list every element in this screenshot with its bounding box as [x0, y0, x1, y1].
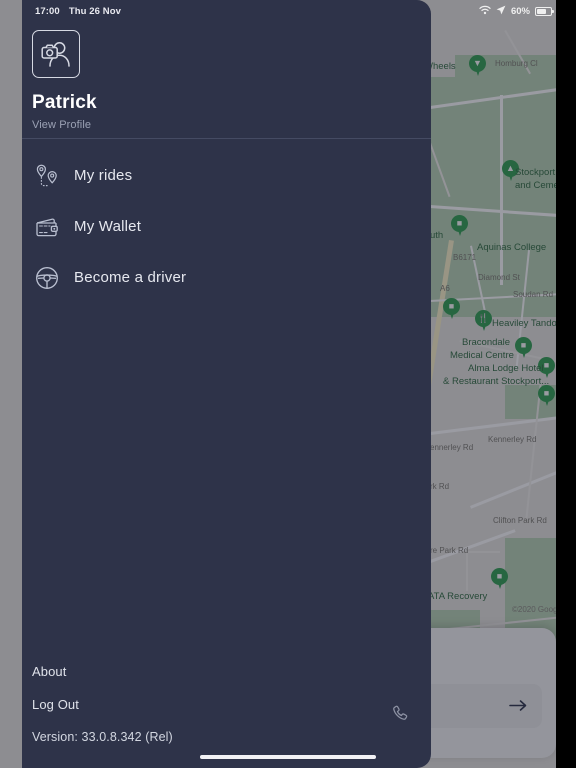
steering-wheel-icon: [32, 263, 62, 293]
map-road: [466, 551, 500, 553]
header-divider: [22, 138, 431, 139]
profile-header[interactable]: Patrick View Profile: [22, 30, 431, 131]
map-poi-pin[interactable]: ■: [443, 298, 460, 320]
map-label: Aquinas College: [477, 242, 547, 253]
status-bar-right: 60%: [479, 0, 554, 22]
map-label: Clifton Park Rd: [493, 516, 547, 525]
about-link[interactable]: About: [32, 664, 421, 679]
map-label: B6171: [453, 253, 477, 262]
map-label: uth: [430, 230, 444, 241]
navigation-drawer: 17:00 Thu 26 Nov Patrick View Profile My…: [22, 0, 431, 768]
map-label: Diamond St: [478, 273, 520, 282]
map-label: ennerley Rd: [430, 443, 474, 452]
sidebar-item-label: Become a driver: [74, 269, 187, 286]
map-poi-pin[interactable]: 🍴: [475, 310, 492, 332]
sidebar-item-my-wallet[interactable]: My Wallet: [22, 201, 431, 252]
sidebar-item-my-rides[interactable]: My rides: [22, 150, 431, 201]
sidebar-item-label: My Wallet: [74, 218, 142, 235]
map-road: [470, 464, 556, 509]
map-road: [500, 95, 503, 285]
route-pins-icon: [32, 161, 62, 191]
map-road: [466, 551, 468, 591]
profile-camera-icon[interactable]: [32, 30, 80, 78]
map-label: & Restaurant Stockport...: [443, 376, 550, 387]
view-profile-link[interactable]: View Profile: [32, 119, 421, 131]
phone-icon[interactable]: [391, 704, 409, 722]
map-poi-pin[interactable]: ■: [451, 215, 468, 237]
map-label: Stockport: [515, 167, 556, 178]
app-screen: ▼ ▲ ■ ■ 🍴 ■ ■ ■ ■ Wheels Stockport and Cem…: [0, 0, 576, 768]
logout-link[interactable]: Log Out: [32, 697, 421, 712]
map-label: re Park Rd: [430, 546, 469, 555]
location-arrow-icon: [496, 5, 506, 18]
battery-icon: [535, 6, 554, 16]
profile-name: Patrick: [32, 92, 97, 113]
map-poi-pin[interactable]: ■: [538, 385, 555, 407]
map-label: Bracondale: [462, 337, 511, 348]
wifi-icon: [479, 5, 491, 18]
map-label: A6: [440, 284, 450, 293]
map-poi-pin[interactable]: ■: [491, 568, 508, 590]
status-bar-time: 17:00: [35, 5, 60, 17]
map-label: rk Rd: [430, 482, 450, 491]
map-label: Kennerley Rd: [488, 435, 537, 444]
map-poi-pin[interactable]: ▼: [469, 55, 486, 77]
map-label: Heaviley Tandoo: [492, 318, 556, 329]
map-label: and Ceme: [515, 180, 556, 191]
status-bar-date: Thu 26 Nov: [68, 5, 122, 17]
map-label: Alma Lodge Hotel: [468, 363, 544, 374]
sidebar-item-label: My rides: [74, 167, 133, 184]
map-poi-pin[interactable]: ■: [515, 337, 532, 359]
drawer-footer: About Log Out Version: 33.0.8.342 (Rel): [22, 664, 431, 744]
map-attribution: ©2020 Google: [512, 605, 556, 614]
map-label: ATA Recovery: [428, 591, 488, 602]
map-label: Soudan Rd: [513, 290, 554, 299]
battery-percent-label: 60%: [510, 5, 530, 17]
sidebar-item-become-a-driver[interactable]: Become a driver: [22, 252, 431, 303]
version-label: Version: 33.0.8.342 (Rel): [32, 730, 173, 744]
wallet-icon: [32, 212, 62, 242]
arrow-right-icon[interactable]: [509, 698, 528, 715]
status-bar-left: 17:00 Thu 26 Nov: [22, 0, 431, 22]
map-label: Homburg Cl: [495, 59, 538, 68]
drawer-nav-list: My rides My Wallet Become a driver: [22, 150, 431, 303]
map-label: Medical Centre: [450, 350, 514, 361]
home-indicator: [200, 755, 376, 759]
